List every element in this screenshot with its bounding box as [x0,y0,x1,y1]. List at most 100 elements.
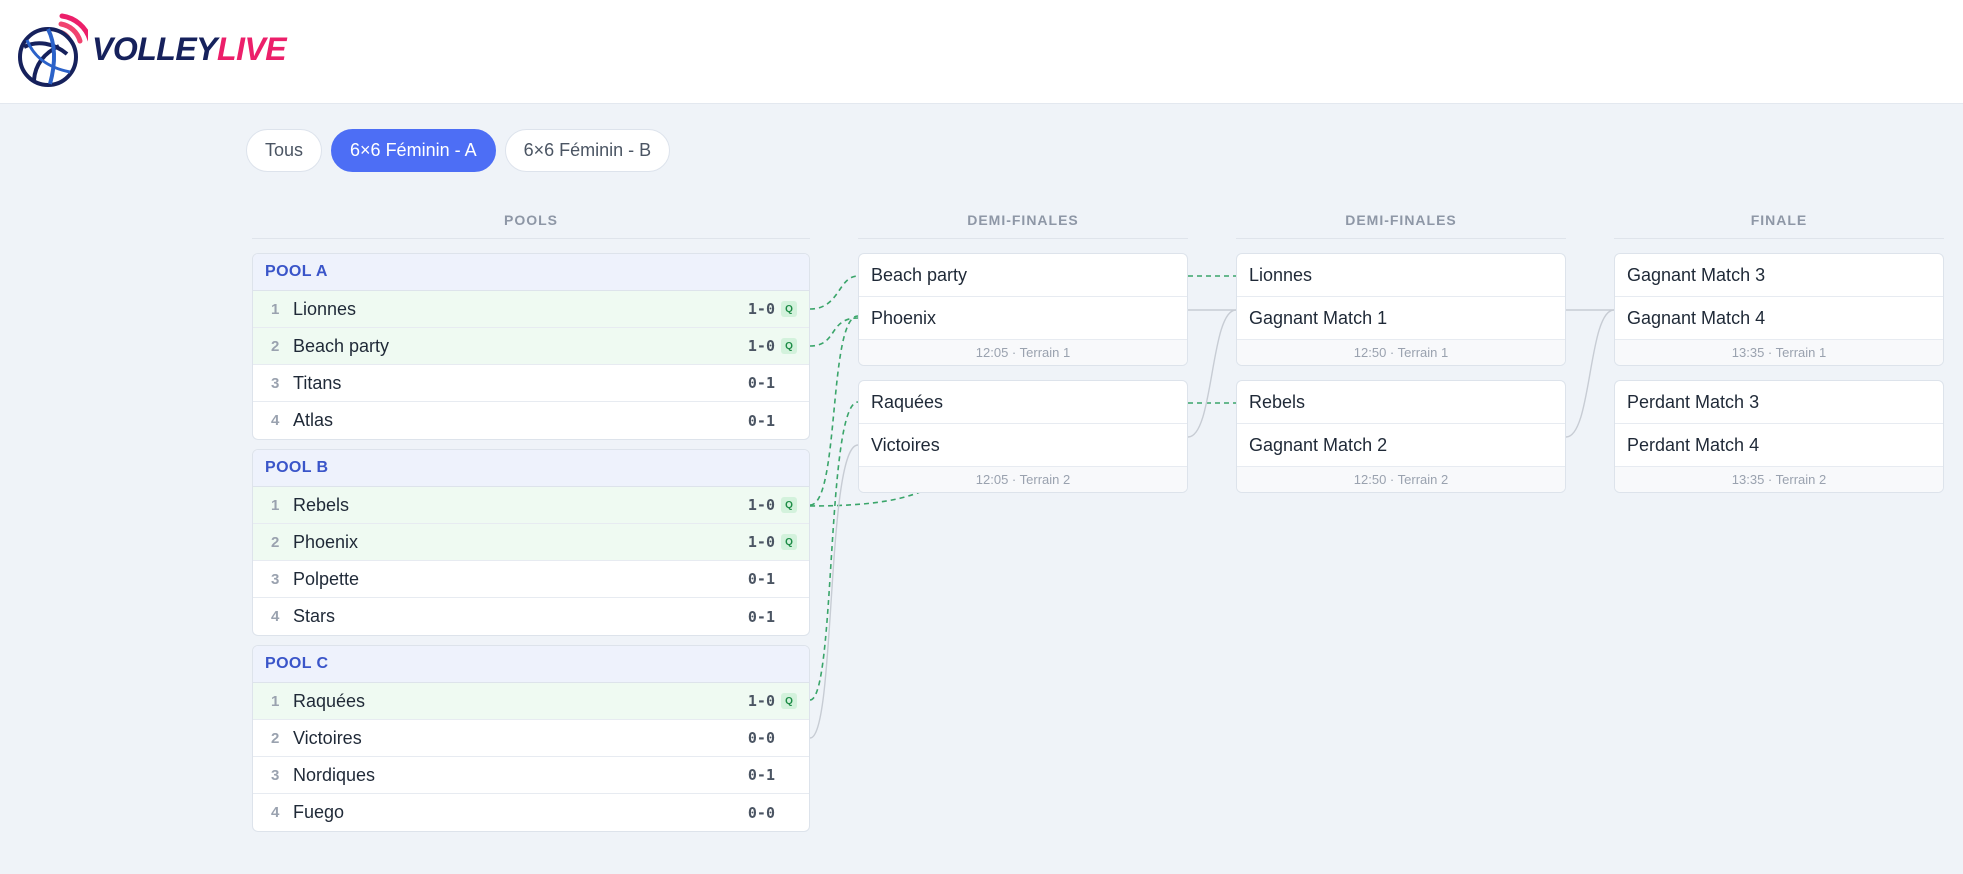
team-record: 1-0 [747,300,775,318]
team-name: Beach party [293,335,390,356]
standing-rank: 2 [271,729,280,747]
qualified-badge: Q [781,497,797,513]
match-team-1: Raquées [859,381,1187,424]
link-lionnes-m3 [809,275,859,310]
match-card[interactable]: Rebels Gagnant Match 2 12:50 · Terrain 2 [1236,380,1566,493]
volleylive-logo[interactable]: VOLLEYLIVE [12,10,287,88]
pool-standing-row[interactable]: 4 Atlas 0-1 [253,402,809,439]
standing-rank: 3 [271,766,280,784]
match-time-court: 12:50 · Terrain 2 [1237,467,1565,492]
category-filter-bar: Tous 6×6 Féminin - A 6×6 Féminin - B [246,129,671,172]
filter-tous[interactable]: Tous [246,129,323,172]
team-name: Nordiques [293,764,376,785]
match-time-court: 13:35 · Terrain 1 [1615,340,1943,365]
team-name: Stars [293,606,336,626]
filter-feminin-b[interactable]: 6×6 Féminin - B [504,129,671,172]
qualified-badge: Q [781,301,797,317]
standing-rank: 4 [271,412,280,429]
link-victoires-m2 [809,444,859,739]
link-m4-winner [1565,309,1615,438]
qualified-badge: Q [781,338,797,354]
team-name: Atlas [293,410,334,430]
team-record: 0-1 [747,570,775,588]
standing-rank: 2 [271,337,280,355]
team-name: Polpette [293,568,360,589]
match-team-1: Perdant Match 3 [1615,381,1943,424]
match-time-court: 12:05 · Terrain 2 [859,467,1187,492]
match-team-2: Phoenix [859,297,1187,340]
pool-standing-row[interactable]: 1 Rebels 1-0 Q [253,487,809,524]
team-name: Victoires [293,727,362,748]
pool-title: POOL A [253,254,809,291]
brand-wordmark: VOLLEYLIVE [92,31,287,67]
pool-standing-row[interactable]: 3 Polpette 0-1 [253,561,809,598]
match-team-2: Victoires [859,424,1187,467]
team-record: 0-1 [747,766,775,784]
match-time-court: 12:05 · Terrain 1 [859,340,1187,365]
match-team-2: Gagnant Match 2 [1237,424,1565,467]
standing-rank: 2 [271,533,280,551]
match-card[interactable]: Perdant Match 3 Perdant Match 4 13:35 · Te… [1614,380,1944,493]
team-name: Fuego [293,802,345,822]
team-record: 1-0 [747,337,775,355]
link-m2-winner [1187,309,1237,438]
standing-rank: 3 [271,374,280,392]
link-raquees-m2 [809,401,859,701]
standing-rank: 4 [271,608,280,625]
team-record: 0-1 [747,374,775,392]
pool-standing-row[interactable]: 3 Titans 0-1 [253,365,809,402]
standing-rank: 1 [271,692,280,710]
filter-feminin-a[interactable]: 6×6 Féminin - A [331,129,496,172]
standing-rank: 1 [271,300,280,318]
standing-rank: 3 [271,570,280,588]
match-team-2: Gagnant Match 1 [1237,297,1565,340]
pool-standing-row[interactable]: 4 Stars 0-1 [253,598,809,635]
link-phoenix-m1 [809,315,859,506]
team-record: 0-1 [747,411,775,430]
match-team-2: Perdant Match 4 [1615,424,1943,467]
team-name: Phoenix [293,531,359,552]
match-card[interactable]: Raquées Victoires 12:05 · Terrain 2 [858,380,1188,493]
team-record: 1-0 [747,533,775,551]
column-header-final: FINALE [1614,212,1944,239]
link-rebels-m4 [809,491,921,507]
team-record: 0-0 [747,729,775,747]
pool-title: POOL B [253,450,809,487]
qualified-badge: Q [781,693,797,709]
pool-standing-row[interactable]: 1 Lionnes 1-0 Q [253,291,809,328]
brand-part-volley: VOLLEY [92,31,218,67]
match-card[interactable]: Beach party Phoenix 12:05 · Terrain 1 [858,253,1188,366]
pool-standing-row[interactable]: 1 Raquées 1-0 Q [253,683,809,720]
team-record: 1-0 [747,496,775,514]
match-team-1: Beach party [859,254,1187,297]
brand-part-live: LIVE [217,31,287,67]
match-team-1: Lionnes [1237,254,1565,297]
link-beachparty-m1 [809,317,859,347]
match-team-1: Rebels [1237,381,1565,424]
match-time-court: 13:35 · Terrain 2 [1615,467,1943,492]
pool-standing-row[interactable]: 2 Victoires 0-0 [253,720,809,757]
volleyball-icon [18,13,88,87]
team-name: Raquées [293,690,366,711]
column-header-semis-2: DEMI-FINALES [1236,212,1566,239]
pool-standing-row[interactable]: 2 Phoenix 1-0 Q [253,524,809,561]
standing-rank: 4 [271,804,280,821]
pool-card: POOL B 1 Rebels 1-0 Q 2 Phoenix 1-0 Q 3 Polpette 0-… [252,449,810,636]
team-name: Rebels [293,494,350,515]
team-record: 1-0 [747,692,775,710]
match-card[interactable]: Lionnes Gagnant Match 1 12:50 · Terrain 1 [1236,253,1566,366]
match-card[interactable]: Gagnant Match 3 Gagnant Match 4 13:35 · Te… [1614,253,1944,366]
pool-standing-row[interactable]: 3 Nordiques 0-1 [253,757,809,794]
column-header-pools: POOLS [252,212,810,239]
team-name: Lionnes [293,298,357,319]
pool-standing-row[interactable]: 2 Beach party 1-0 Q [253,328,809,365]
qualified-badge: Q [781,534,797,550]
match-team-1: Gagnant Match 3 [1615,254,1943,297]
pool-title: POOL C [253,646,809,683]
pool-card: POOL A 1 Lionnes 1-0 Q 2 Beach party 1-0 Q 3 Titan… [252,253,810,440]
pool-standing-row[interactable]: 4 Fuego 0-0 [253,794,809,831]
team-record: 0-0 [747,803,775,822]
pool-card: POOL C 1 Raquées 1-0 Q 2 Victoires 0-0 3 Nordique… [252,645,810,832]
team-name: Titans [293,372,342,393]
match-time-court: 12:50 · Terrain 1 [1237,340,1565,365]
